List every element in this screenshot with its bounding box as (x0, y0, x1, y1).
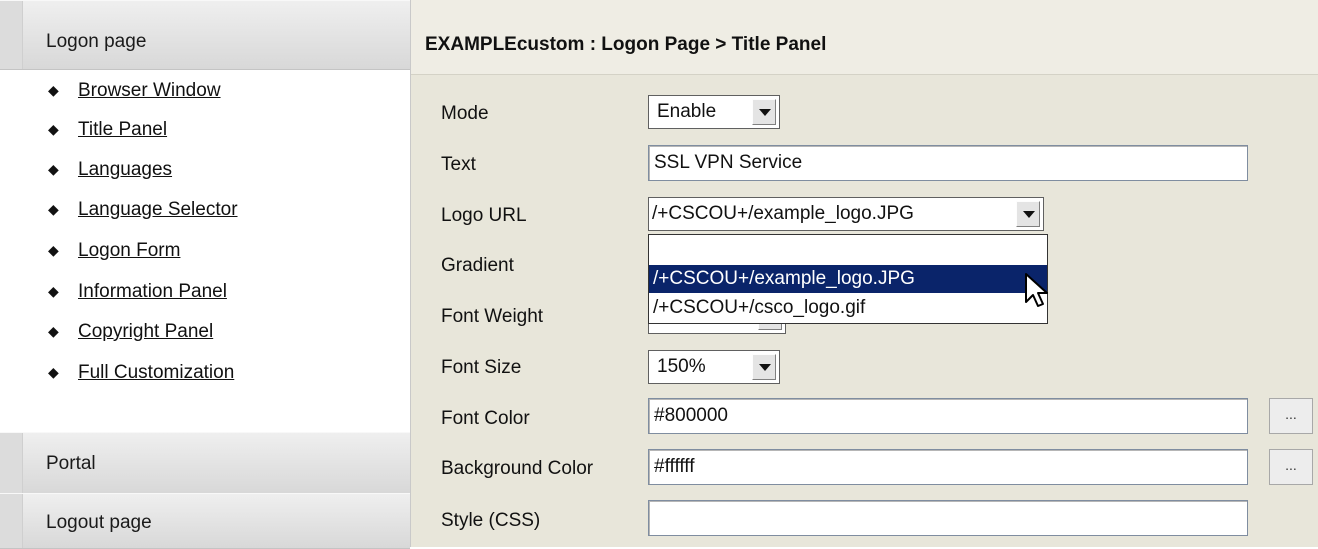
sidebar: Logon page ◆ Browser Window ◆ Title Pane… (0, 0, 411, 549)
sidebar-item-label[interactable]: Full Customization (78, 362, 234, 384)
mouse-cursor-icon (1025, 273, 1048, 307)
bullet-icon: ◆ (48, 283, 59, 299)
chevron-down-icon[interactable] (752, 354, 776, 380)
bullet-icon: ◆ (48, 82, 59, 98)
bullet-icon: ◆ (48, 201, 59, 217)
sidebar-item-label[interactable]: Title Panel (78, 119, 167, 141)
sidebar-item-label[interactable]: Languages (78, 159, 172, 181)
font-size-label: Font Size (441, 357, 522, 378)
section-grip (0, 1, 23, 69)
font-weight-label: Font Weight (441, 306, 544, 327)
background-color-picker-button[interactable]: ... (1269, 449, 1313, 485)
font-size-select[interactable]: 150% (648, 350, 780, 384)
mode-select[interactable]: Enable (648, 95, 780, 129)
bullet-icon: ◆ (48, 242, 59, 258)
section-label: Logout page (46, 512, 152, 533)
section-label: Portal (46, 453, 96, 474)
background-color-label: Background Color (441, 458, 594, 479)
style-css-input[interactable] (648, 500, 1248, 536)
gradient-label: Gradient (441, 255, 514, 276)
bullet-icon: ◆ (48, 323, 59, 339)
sidebar-item-label[interactable]: Copyright Panel (78, 321, 213, 343)
logo-url-select-value: /+CSCOU+/example_logo.JPG (652, 203, 914, 224)
section-label: Logon page (46, 31, 147, 52)
chevron-down-icon[interactable] (752, 99, 776, 125)
mode-select-value: Enable (657, 101, 717, 122)
bullet-icon: ◆ (48, 161, 59, 177)
sidebar-section-logout-page[interactable]: Logout page (0, 493, 410, 549)
logo-url-select[interactable]: /+CSCOU+/example_logo.JPG (648, 197, 1044, 231)
sidebar-section-portal[interactable]: Portal (0, 432, 410, 494)
sidebar-item-label[interactable]: Logon Form (78, 240, 180, 262)
sidebar-item-label[interactable]: Browser Window (78, 80, 221, 102)
bullet-icon: ◆ (48, 121, 59, 137)
sidebar-item-label[interactable]: Language Selector (78, 199, 238, 221)
font-color-label: Font Color (441, 408, 530, 429)
text-input[interactable]: SSL VPN Service (648, 145, 1248, 181)
font-color-input[interactable]: #800000 (648, 398, 1248, 434)
section-grip (0, 433, 23, 493)
sidebar-item-label[interactable]: Information Panel (78, 281, 227, 303)
sidebar-section-logon-page[interactable]: Logon page (0, 0, 410, 70)
panel-header: EXAMPLEcustom : Logon Page > Title Panel (411, 0, 1318, 75)
bullet-icon: ◆ (48, 364, 59, 380)
page-title: EXAMPLEcustom : Logon Page > Title Panel (425, 34, 827, 55)
style-css-label: Style (CSS) (441, 510, 541, 531)
dropdown-option-csco-logo[interactable]: /+CSCOU+/csco_logo.gif (649, 294, 1047, 322)
font-size-select-value: 150% (657, 356, 706, 377)
font-color-picker-button[interactable]: ... (1269, 398, 1313, 434)
chevron-down-icon[interactable] (1016, 201, 1040, 227)
text-label: Text (441, 154, 476, 175)
dropdown-option-empty[interactable] (649, 235, 1047, 263)
logo-url-dropdown-list[interactable]: /+CSCOU+/example_logo.JPG /+CSCOU+/csco_… (648, 234, 1048, 324)
logo-url-label: Logo URL (441, 205, 527, 226)
section-grip (0, 494, 23, 548)
background-color-input[interactable]: #ffffff (648, 449, 1248, 485)
mode-label: Mode (441, 103, 489, 124)
dropdown-option-example-logo[interactable]: /+CSCOU+/example_logo.JPG (649, 265, 1047, 293)
